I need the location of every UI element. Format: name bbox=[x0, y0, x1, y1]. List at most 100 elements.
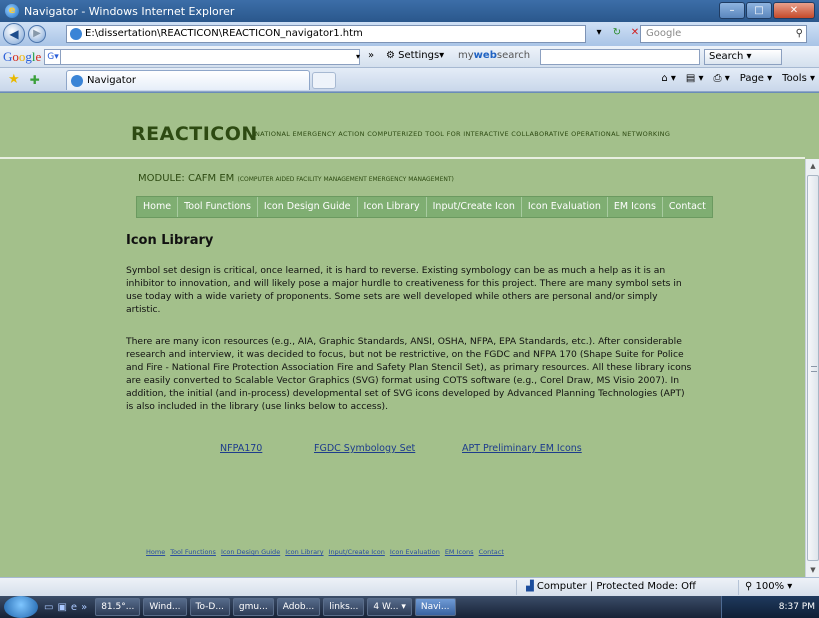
link-apt-em-icons[interactable]: APT Preliminary EM Icons bbox=[462, 443, 582, 454]
scroll-down-icon[interactable]: ▼ bbox=[806, 563, 819, 577]
footer-input-create-icon[interactable]: Input/Create Icon bbox=[329, 548, 385, 556]
zoom-icon: ⚲ bbox=[745, 581, 753, 592]
show-desktop-icon[interactable]: ▭ bbox=[44, 602, 53, 613]
logo-part: my bbox=[458, 50, 474, 61]
computer-icon: ▟ bbox=[526, 581, 534, 592]
page-menu[interactable]: Page ▾ bbox=[740, 73, 772, 84]
nav-contact[interactable]: Contact bbox=[663, 197, 712, 217]
main-nav: Home Tool Functions Icon Design Guide Ic… bbox=[136, 196, 713, 218]
mywebsearch-button[interactable]: Search ▾ bbox=[704, 49, 782, 65]
site-banner: REACTICON NATIONAL EMERGENCY ACTION COMP… bbox=[0, 93, 805, 159]
taskbar-item[interactable]: Wind... bbox=[143, 598, 187, 616]
nav-icon-evaluation[interactable]: Icon Evaluation bbox=[522, 197, 608, 217]
vertical-scrollbar[interactable]: ▲ ▼ bbox=[805, 159, 819, 577]
switch-windows-icon[interactable]: ▣ bbox=[57, 602, 66, 613]
more-icon[interactable]: » bbox=[81, 602, 87, 613]
settings-label: Settings▾ bbox=[398, 50, 445, 61]
favorites-star-icon[interactable]: ★ bbox=[8, 72, 20, 87]
search-input[interactable]: Google ⚲ bbox=[640, 25, 807, 43]
start-button[interactable] bbox=[4, 596, 38, 618]
print-icon[interactable]: ⎙ ▾ bbox=[714, 73, 730, 84]
nav-input-create-icon[interactable]: Input/Create Icon bbox=[427, 197, 522, 217]
resources-paragraph: There are many icon resources (e.g., AIA… bbox=[126, 336, 692, 412]
system-tray: 8:37 PM bbox=[721, 596, 819, 618]
intro-paragraph: Symbol set design is critical, once lear… bbox=[126, 265, 682, 315]
feeds-icon[interactable]: ▤ ▾ bbox=[686, 73, 704, 84]
taskbar-item-active[interactable]: Navi... bbox=[414, 598, 456, 616]
security-zone: ▟ Computer | Protected Mode: Off bbox=[526, 581, 696, 592]
zone-label: Computer | Protected Mode: Off bbox=[536, 581, 696, 592]
new-tab-button[interactable] bbox=[312, 72, 336, 89]
nav-icon-library[interactable]: Icon Library bbox=[358, 197, 427, 217]
zoom-level: 100% bbox=[755, 581, 785, 592]
scroll-up-icon[interactable]: ▲ bbox=[806, 159, 819, 173]
zoom-control[interactable]: ⚲ 100% ▾ bbox=[745, 581, 792, 592]
footer-tool-functions[interactable]: Tool Functions bbox=[170, 548, 216, 556]
status-bar: ▟ Computer | Protected Mode: Off ⚲ 100% … bbox=[0, 577, 819, 596]
google-search-input[interactable] bbox=[60, 49, 360, 65]
footer-icon-evaluation[interactable]: Icon Evaluation bbox=[390, 548, 440, 556]
address-bar[interactable]: E:\dissertation\REACTICON\REACTICON_navi… bbox=[66, 25, 586, 43]
logo-letter: e bbox=[35, 48, 42, 64]
nav-em-icons[interactable]: EM Icons bbox=[608, 197, 663, 217]
link-fgdc-symbology[interactable]: FGDC Symbology Set bbox=[314, 443, 415, 454]
nav-icon-design-guide[interactable]: Icon Design Guide bbox=[258, 197, 358, 217]
footer-home[interactable]: Home bbox=[146, 548, 165, 556]
address-url: E:\dissertation\REACTICON\REACTICON_navi… bbox=[85, 28, 363, 39]
site-tagline: NATIONAL EMERGENCY ACTION COMPUTERIZED T… bbox=[255, 130, 671, 138]
search-placeholder: Google bbox=[646, 28, 682, 39]
mywebsearch-input[interactable] bbox=[540, 49, 700, 65]
ie-icon: e bbox=[5, 4, 19, 18]
taskbar-item[interactable]: Adob... bbox=[276, 598, 321, 616]
divider bbox=[738, 580, 739, 595]
tab-navigator[interactable]: Navigator bbox=[66, 70, 310, 90]
maximize-button[interactable]: □ bbox=[746, 2, 772, 19]
taskbar-item[interactable]: gmu... bbox=[232, 598, 274, 616]
more-icon[interactable]: » bbox=[368, 50, 374, 61]
forward-button[interactable]: ▶ bbox=[28, 25, 46, 43]
tab-row: ★ ✚ Navigator ⌂ ▾ ▤ ▾ ⎙ ▾ Page ▾ Tools ▾ bbox=[0, 68, 819, 92]
divider bbox=[516, 580, 517, 595]
close-button[interactable]: ✕ bbox=[773, 2, 815, 19]
quick-launch: ▭ ▣ e » bbox=[44, 602, 87, 613]
link-nfpa170[interactable]: NFPA170 bbox=[220, 443, 262, 454]
google-logo: Google bbox=[3, 49, 41, 65]
footer-contact[interactable]: Contact bbox=[479, 548, 504, 556]
tools-menu[interactable]: Tools ▾ bbox=[782, 73, 815, 84]
logo-letter: G bbox=[3, 48, 13, 64]
add-favorite-icon[interactable]: ✚ bbox=[30, 73, 40, 87]
back-button[interactable]: ◀ bbox=[3, 23, 25, 45]
taskbar-item[interactable]: To-D... bbox=[189, 598, 230, 616]
taskbar-item[interactable]: links... bbox=[323, 598, 365, 616]
google-toolbar: Google G▾ ▾ » ⚙ Settings▾ mywebsearch Se… bbox=[0, 46, 819, 68]
nav-home[interactable]: Home bbox=[137, 197, 179, 217]
grip-icon bbox=[811, 366, 817, 372]
module-title: MODULE: CAFM EM bbox=[138, 173, 235, 184]
page-title: Icon Library bbox=[126, 233, 214, 248]
refresh-icon[interactable]: ↻ bbox=[610, 26, 624, 40]
nav-tool-functions[interactable]: Tool Functions bbox=[178, 197, 258, 217]
module-label: MODULE: CAFM EM (COMPUTER AIDED FACILITY… bbox=[138, 173, 454, 184]
address-dropdown-icon[interactable]: ▾ bbox=[592, 26, 606, 40]
title-bar: e Navigator - Windows Internet Explorer … bbox=[0, 0, 819, 22]
tab-label: Navigator bbox=[87, 75, 136, 86]
taskbar: ▭ ▣ e » 81.5°... Wind... To-D... gmu... … bbox=[0, 596, 819, 618]
ie-quick-icon[interactable]: e bbox=[71, 602, 77, 613]
command-bar: ⌂ ▾ ▤ ▾ ⎙ ▾ Page ▾ Tools ▾ bbox=[661, 73, 815, 84]
clock[interactable]: 8:37 PM bbox=[779, 602, 815, 612]
logo-part: web bbox=[473, 50, 497, 61]
site-logo: REACTICON bbox=[131, 123, 258, 145]
minimize-button[interactable]: – bbox=[719, 2, 745, 19]
scrollbar-thumb[interactable] bbox=[807, 175, 819, 561]
address-tools: ▾ ↻ ✕ bbox=[592, 26, 642, 40]
taskbar-item[interactable]: 4 W... ▾ bbox=[367, 598, 412, 616]
search-icon[interactable]: ⚲ bbox=[796, 26, 803, 42]
taskbar-item[interactable]: 81.5°... bbox=[95, 598, 141, 616]
home-icon[interactable]: ⌂ ▾ bbox=[661, 73, 676, 84]
footer-em-icons[interactable]: EM Icons bbox=[445, 548, 474, 556]
footer-icon-library[interactable]: Icon Library bbox=[285, 548, 323, 556]
taskbar-items: 81.5°... Wind... To-D... gmu... Adob... … bbox=[95, 598, 456, 616]
footer-icon-design-guide[interactable]: Icon Design Guide bbox=[221, 548, 280, 556]
settings-button[interactable]: ⚙ Settings▾ bbox=[386, 50, 444, 61]
google-dropdown-icon[interactable]: ▾ bbox=[352, 49, 364, 65]
